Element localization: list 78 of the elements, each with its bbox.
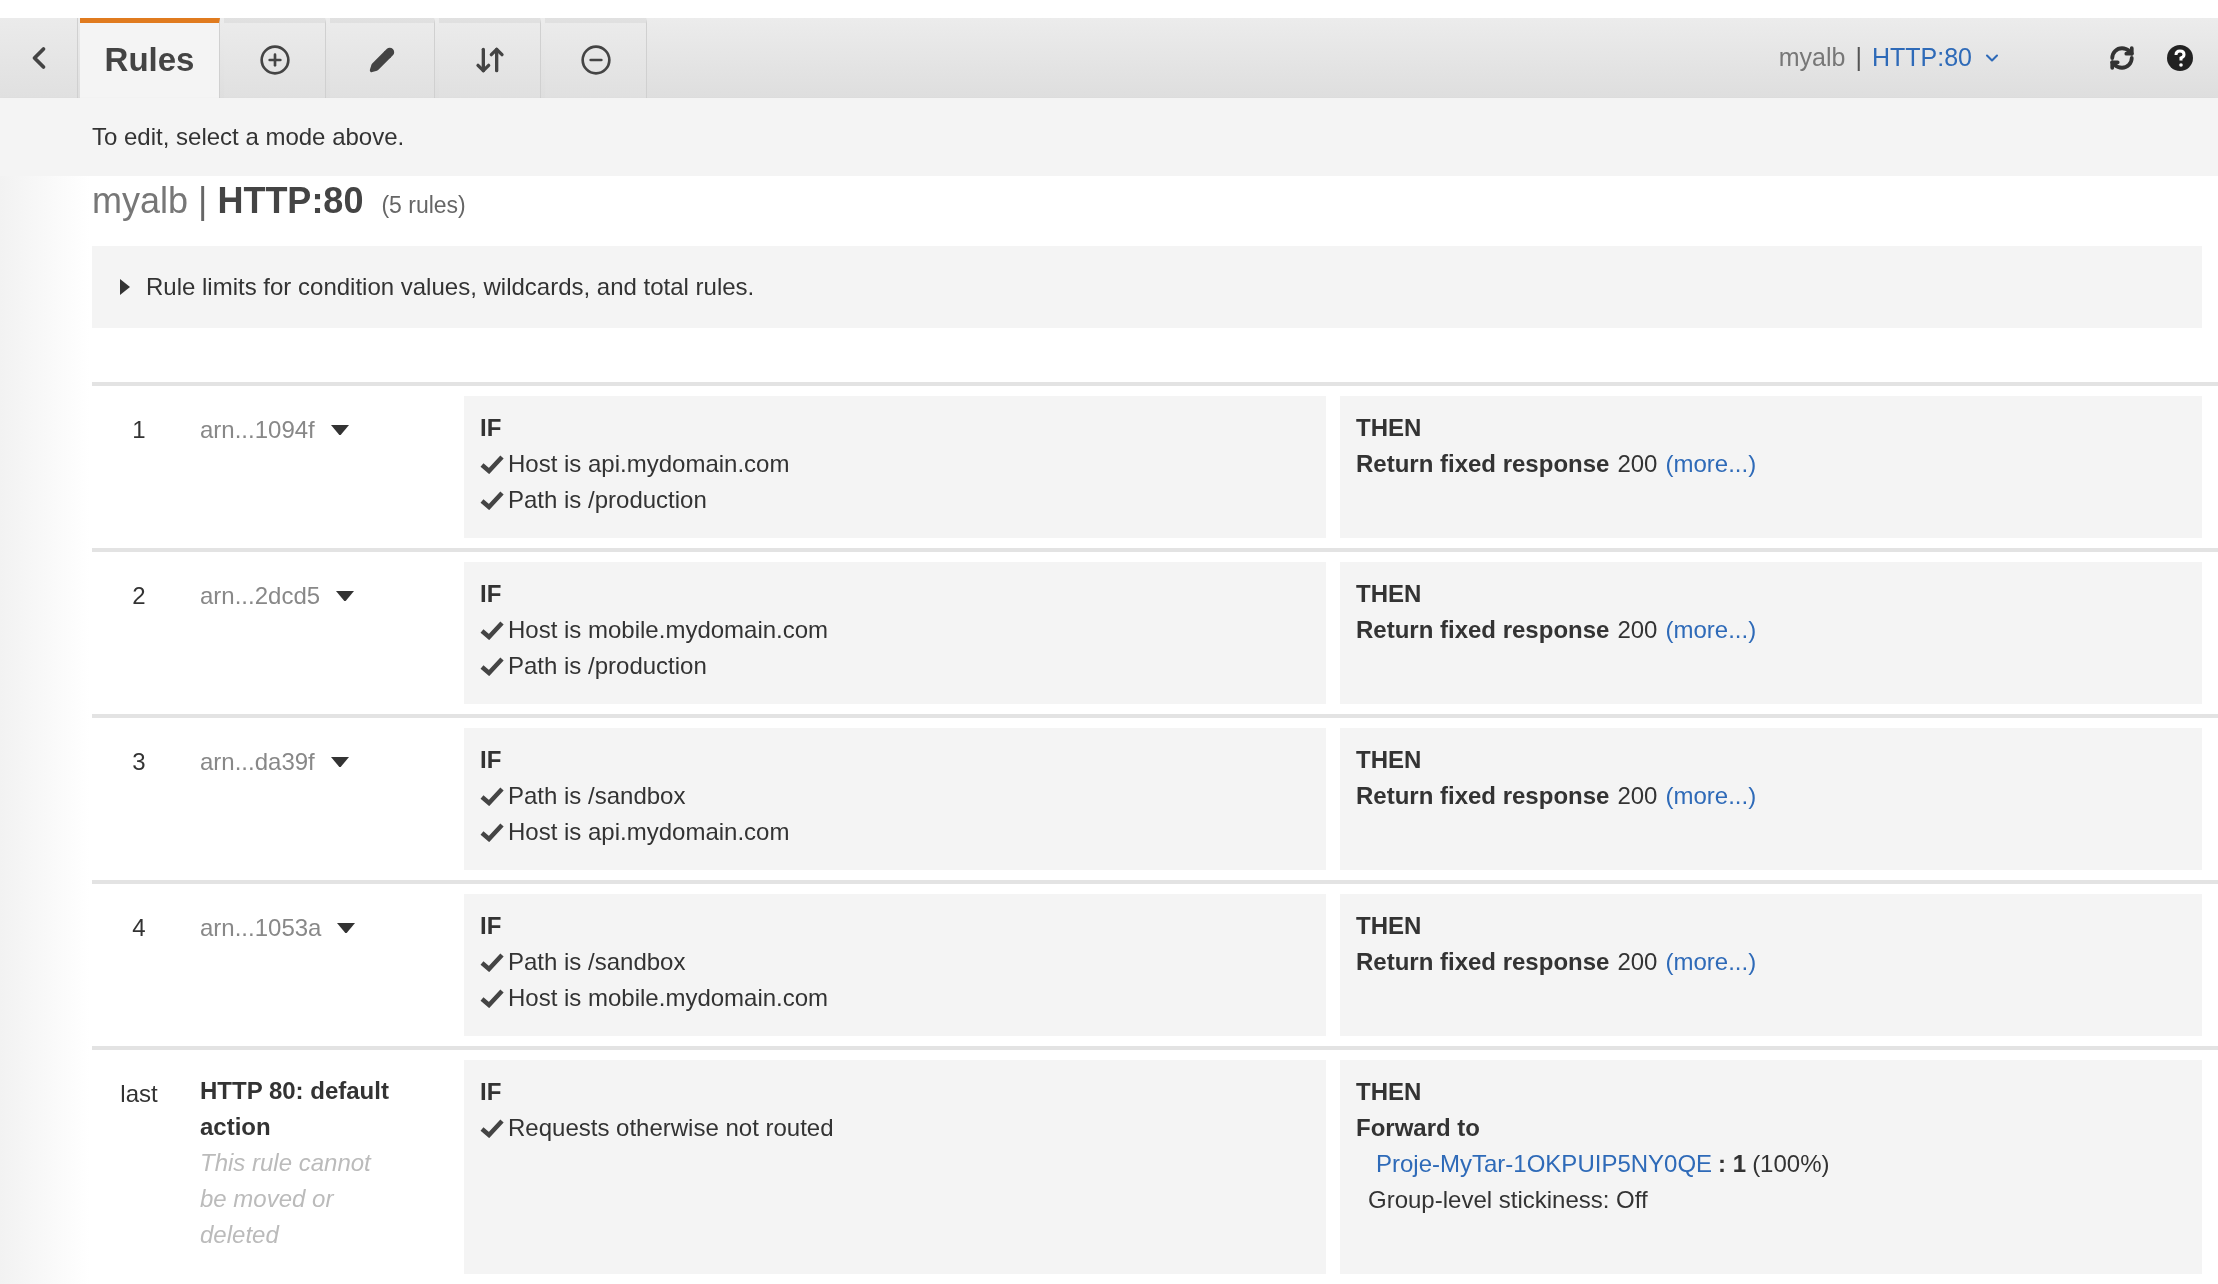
status-code: 200 [1617,781,1658,811]
check-icon [480,786,504,806]
caret-icon [337,922,356,934]
rule-number: 1 [132,416,146,443]
refresh-icon [2109,45,2135,71]
rule-number: 3 [132,748,146,775]
check-icon [480,822,504,842]
check-icon [480,490,504,510]
condition-text: Path is /production [508,651,707,681]
target-group-link[interactable]: Proje-MyTar-1OKPUIP5NY0QE [1376,1146,1713,1182]
then-label: THEN [1356,911,1423,941]
rule-arn-dropdown[interactable]: arn...1053a [200,914,356,942]
pencil-icon [369,47,395,74]
action-label: Return fixed response [1356,947,1610,977]
if-label: IF [480,911,503,941]
then-label: THEN [1356,579,1423,609]
condition-text: Path is /sandbox [508,947,686,977]
default-rule-note: This rule cannot be moved or deleted [200,1148,373,1250]
condition-text: Path is /production [508,485,707,515]
check-icon [480,620,504,640]
status-code: 200 [1617,449,1658,479]
action-label: Forward to [1356,1113,1480,1143]
rule-arn-dropdown[interactable]: arn...da39f [200,748,349,776]
then-label: THEN [1356,413,1423,443]
rule-number: 4 [132,914,146,941]
status-code: 200 [1617,947,1658,977]
mode-tab[interactable] [330,18,435,98]
rule-arn-dropdown[interactable]: arn...2dcd5 [200,582,355,610]
more-link[interactable]: (more...) [1665,612,1757,648]
check-icon [480,656,504,676]
remove-icon [579,44,612,77]
rule-count: (5 rules) [381,192,466,219]
action-label: Return fixed response [1356,615,1610,645]
default-rule-title: HTTP 80: default action [200,1076,390,1142]
more-link[interactable]: (more...) [1665,446,1757,482]
mode-tab[interactable] [439,18,541,98]
check-icon [480,988,504,1008]
condition-text: Host is mobile.mydomain.com [508,983,829,1013]
rule-arn-dropdown[interactable]: arn...1094f [200,416,349,444]
more-link[interactable]: (more...) [1665,778,1757,814]
add-icon [258,44,291,77]
rule-limits-expander[interactable]: Rule limits for condition values, wildcards, and total rules. [92,246,2202,328]
caret-icon [336,590,355,602]
load-balancer-name: myalb [92,180,189,222]
if-label: IF [480,1077,503,1107]
caret-icon [330,756,349,768]
check-icon [480,1118,504,1138]
condition-text: Requests otherwise not routed [508,1113,834,1143]
mode-tab[interactable] [545,18,647,98]
more-link[interactable]: (more...) [1665,944,1757,980]
listener-title: HTTP:80 [217,180,364,222]
expand-triangle-icon [120,279,130,295]
if-label: IF [480,413,503,443]
hint-text: To edit, select a mode above. [92,123,405,151]
separator-text: | [198,180,208,222]
then-label: THEN [1356,745,1423,775]
condition-text: Host is api.mydomain.com [508,449,790,479]
rules-tab[interactable]: Rules [80,18,220,98]
caret-icon [330,424,349,436]
mode-tab[interactable] [224,18,326,98]
then-label: THEN [1356,1077,1423,1107]
weight-text: : 1 [1718,1149,1747,1179]
status-code: 200 [1617,615,1658,645]
help-icon [2166,44,2194,72]
condition-text: Host is mobile.mydomain.com [508,615,829,645]
rule-number: last [120,1080,158,1107]
percent-text: (100%) [1752,1149,1830,1179]
listener-selector[interactable]: myalb | HTTP:80 [1778,18,2002,98]
action-label: Return fixed response [1356,781,1610,811]
stickiness-text: Group-level stickiness: Off [1367,1185,1649,1215]
condition-text: Host is api.mydomain.com [508,817,790,847]
action-label: Return fixed response [1356,449,1610,479]
check-icon [480,454,504,474]
if-label: IF [480,579,503,609]
rule-number: 2 [132,582,146,609]
condition-text: Path is /sandbox [508,781,686,811]
if-label: IF [480,745,503,775]
check-icon [480,952,504,972]
